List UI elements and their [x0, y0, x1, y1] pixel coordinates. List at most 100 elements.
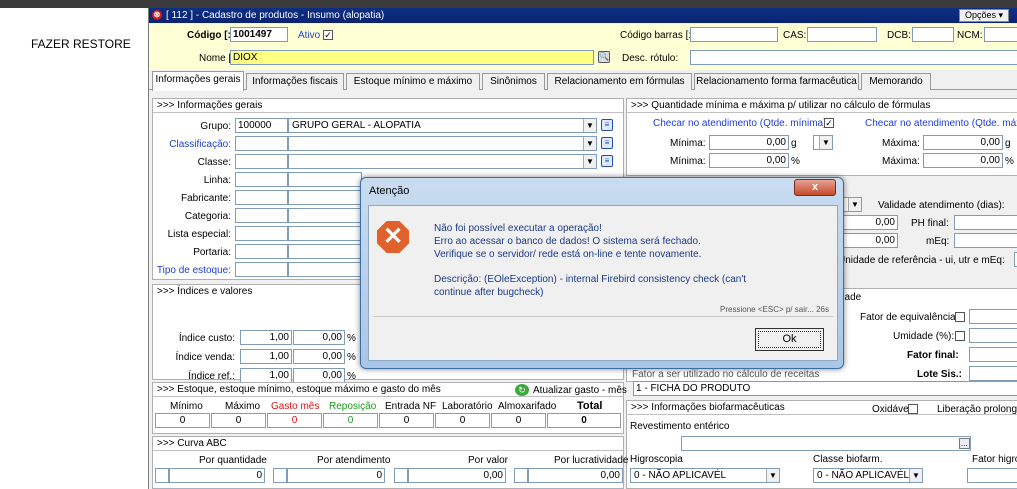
indice-ref-input[interactable]: 1,00 — [240, 368, 292, 383]
linha-code-input[interactable] — [235, 172, 288, 187]
tab-estoque-minimo-maximo[interactable]: Estoque mínimo e máximo — [346, 73, 480, 90]
lucratividade-class-input[interactable] — [514, 468, 528, 483]
por-quantidade-input[interactable]: 0 — [169, 468, 265, 483]
ficha-produto-field[interactable]: 1 - FICHA DO PRODUTO — [633, 381, 1017, 396]
tipo-estoque-name-input[interactable] — [288, 262, 362, 277]
fator-equivalencia-input[interactable] — [969, 309, 1017, 324]
classe-biofarm-select[interactable]: 0 - NÃO APLICAVÉL ▼ — [813, 468, 923, 483]
por-lucratividade-input[interactable]: 0,00 — [528, 468, 623, 483]
oxidavel-checkbox[interactable] — [908, 404, 918, 414]
indice-custo-pct-input[interactable]: 0,00 — [293, 330, 345, 345]
col-gasto-mes: Gasto mês — [271, 401, 320, 412]
fator-higro-input[interactable] — [967, 468, 1017, 483]
classificacao-select[interactable]: ▼ — [288, 136, 597, 151]
valor-class-input[interactable] — [394, 468, 408, 483]
indice-custo-input[interactable]: 1,00 — [240, 330, 292, 345]
ok-button[interactable]: Ok — [755, 328, 824, 351]
revestimento-input[interactable] — [681, 436, 971, 451]
portaria-name-input[interactable] — [288, 244, 362, 259]
grupo-select[interactable]: GRUPO GERAL - ALOPATIA ▼ — [288, 118, 597, 133]
higroscopia-select[interactable]: 0 - NÃO APLICAVÉL ▼ — [630, 468, 780, 483]
app-icon: ⊗ — [152, 10, 162, 20]
categoria-name-input[interactable] — [288, 208, 362, 223]
umidade-checkbox[interactable] — [955, 331, 965, 341]
minimo-cell[interactable]: 0 — [155, 413, 210, 428]
categoria-code-input[interactable] — [235, 208, 288, 223]
ncm-input[interactable] — [984, 27, 1017, 42]
tab-informacoes-gerais[interactable]: Informações gerais — [152, 71, 244, 91]
lista-especial-label: Lista especial: — [167, 229, 231, 240]
window-title: [ 112 ] - Cadastro de produtos - Insumo … — [166, 10, 385, 21]
lote-sis-input[interactable] — [969, 366, 1017, 381]
tab-memorando[interactable]: Memorando — [861, 73, 931, 90]
classe-code-input[interactable] — [235, 154, 288, 169]
close-button[interactable]: x — [794, 179, 836, 196]
entrada-nf-cell: 0 — [379, 413, 434, 428]
tab-relacionamento-formulas[interactable]: Relacionamento em fórmulas — [547, 73, 692, 90]
dcb-input[interactable] — [912, 27, 954, 42]
curva-abc-title: >>> Curva ABC — [153, 437, 623, 451]
col-minimo: Mínimo — [170, 401, 203, 412]
ellipsis-button[interactable]: ... — [959, 438, 970, 449]
atendimento-class-input[interactable] — [273, 468, 287, 483]
fator-final-input[interactable] — [969, 347, 1017, 362]
tab-sinonimos[interactable]: Sinônimos — [482, 73, 545, 90]
indice-venda-input[interactable]: 1,00 — [240, 349, 292, 364]
fator-equivalencia-checkbox[interactable] — [955, 312, 965, 322]
minima-unit-select[interactable]: ▼ — [813, 135, 833, 150]
col-total: Total — [577, 400, 603, 412]
classificacao-edit-icon[interactable]: ≡ — [601, 137, 613, 149]
tab-relacionamento-forma[interactable]: Relacionamento forma farmacêutica — [694, 73, 859, 90]
header-row-codigo: Código [: 1001497 Ativo ✓ Código barras … — [149, 24, 1017, 47]
lista-especial-code-input[interactable] — [235, 226, 288, 241]
options-button[interactable]: Opções ▾ — [959, 9, 1009, 22]
indice-venda-pct-input[interactable]: 0,00 — [293, 349, 345, 364]
qtd-formulas-title: >>> Quantidade mínima e máxima p/ utiliz… — [627, 99, 1017, 113]
classe-edit-icon[interactable]: ≡ — [601, 155, 613, 167]
maxima-pct-input[interactable]: 0,00 — [923, 153, 1003, 168]
checar-minima-checkbox[interactable]: ✓ — [824, 118, 834, 128]
fabricante-name-input[interactable] — [288, 190, 362, 205]
minima-input[interactable]: 0,00 — [709, 135, 789, 150]
fabricante-code-input[interactable] — [235, 190, 288, 205]
por-atendimento-input[interactable]: 0 — [287, 468, 385, 483]
tipo-estoque-code-input[interactable] — [235, 262, 288, 277]
classe-select[interactable]: ▼ — [288, 154, 597, 169]
ativo-checkbox[interactable]: ✓ — [323, 30, 333, 40]
indice-ref-pct-input[interactable]: 0,00 — [293, 368, 345, 383]
minima-pct-input[interactable]: 0,00 — [709, 153, 789, 168]
portaria-code-input[interactable] — [235, 244, 288, 259]
cas-input[interactable] — [807, 27, 877, 42]
ph-final-input[interactable] — [954, 215, 1017, 230]
umidade-input[interactable] — [969, 328, 1017, 343]
maximo-cell[interactable]: 0 — [211, 413, 266, 428]
codigo-barras-input[interactable] — [690, 27, 778, 42]
validade-val2-input[interactable]: 0,00 — [838, 233, 898, 248]
portaria-label: Portaria: — [193, 247, 231, 258]
desc-rotulo-input[interactable] — [690, 50, 1017, 65]
nome-input[interactable]: DIOX — [230, 50, 594, 65]
refresh-icon[interactable]: ↻ — [515, 384, 529, 396]
fator-calc-label: Fator a ser utilizado no cálculo de rece… — [632, 369, 820, 380]
grupo-edit-icon[interactable]: ≡ — [601, 119, 613, 131]
fator-equivalencia-label: Fator de equivalência: — [860, 312, 959, 323]
maxima-input[interactable]: 0,00 — [923, 135, 1003, 150]
linha-name-input[interactable] — [288, 172, 362, 187]
lista-especial-name-input[interactable] — [288, 226, 362, 241]
validade-val1-input[interactable]: 0,00 — [838, 215, 898, 230]
search-icon[interactable]: 🔍 — [598, 51, 610, 63]
col-almoxarifado: Almoxarifado — [498, 401, 557, 412]
col-maximo: Máximo — [225, 401, 261, 412]
atualizar-gasto-label[interactable]: Atualizar gasto - mês — [533, 385, 627, 396]
tab-informacoes-fiscais[interactable]: Informações fiscais — [246, 73, 344, 90]
dialog-body: ✕ Não foi possível executar a operação! … — [368, 205, 838, 361]
ativo-label: Ativo — [298, 30, 321, 41]
reposicao-cell: 0 — [323, 413, 378, 428]
classificacao-code-input[interactable] — [235, 136, 288, 151]
por-valor-input[interactable]: 0,00 — [408, 468, 506, 483]
quantidade-class-input[interactable] — [155, 468, 169, 483]
checar-maxima-label: Checar no atendimento (Qtde. máxi — [865, 118, 1017, 129]
meq-input[interactable] — [954, 233, 1017, 248]
codigo-input[interactable]: 1001497 — [230, 27, 288, 42]
grupo-code-input[interactable]: 100000 — [235, 118, 288, 133]
